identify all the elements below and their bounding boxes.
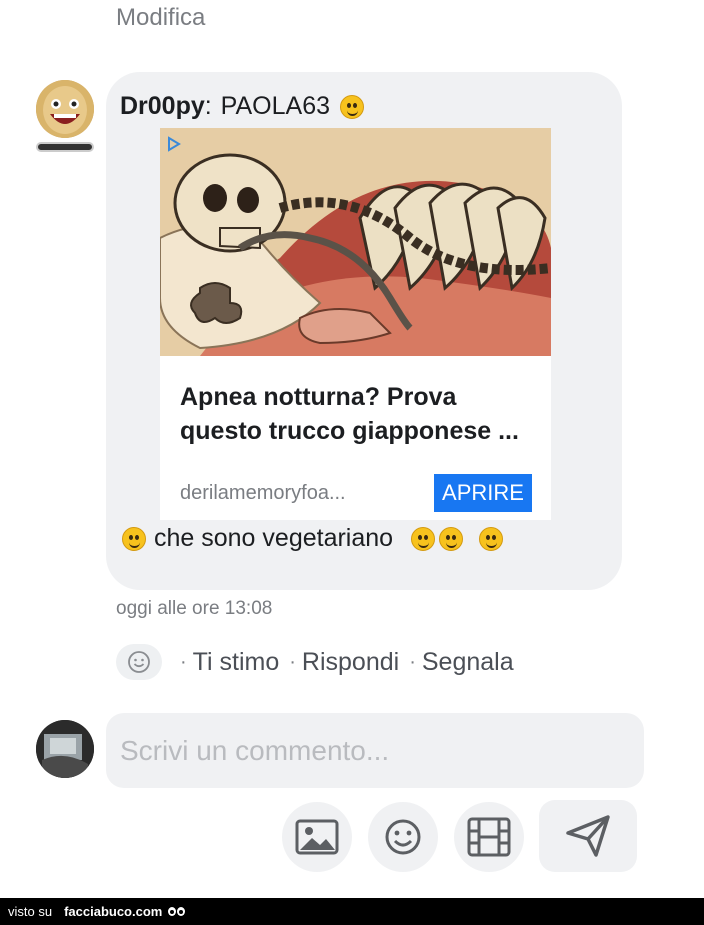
video-icon — [467, 817, 511, 857]
tongue-emoji-icon — [122, 526, 146, 551]
reply-action[interactable]: Rispondi — [302, 648, 399, 677]
name-separator: : — [204, 92, 219, 120]
eyes-icon — [168, 907, 186, 916]
watermark-brand: facciabuco.com — [64, 904, 163, 919]
watermark-bar: visto su facciabuco.com — [0, 898, 704, 925]
author-name[interactable]: Dr00py — [120, 92, 205, 121]
mention-tag[interactable]: PAOLA63 — [221, 92, 330, 121]
avatar-badge — [36, 142, 94, 152]
ad-image[interactable] — [160, 128, 551, 356]
ad-card[interactable]: Apnea notturna? Prova questo trucco giap… — [160, 128, 551, 520]
send-icon — [566, 815, 610, 857]
cool-emoji-icon — [411, 526, 436, 551]
send-button[interactable] — [539, 800, 637, 872]
ad-title[interactable]: Apnea notturna? Prova questo trucco giap… — [180, 380, 535, 448]
reaction-button[interactable] — [116, 644, 162, 680]
comment-header: Dr00py : PAOLA63 — [120, 92, 364, 121]
like-action[interactable]: Ti stimo — [193, 648, 280, 677]
author-avatar[interactable] — [36, 80, 94, 138]
add-emoji-button[interactable] — [368, 802, 438, 872]
comment-text: che sono vegetariano — [154, 524, 394, 552]
add-video-button[interactable] — [454, 802, 524, 872]
ad-choices-icon[interactable] — [166, 136, 182, 152]
add-photo-button[interactable] — [282, 802, 352, 872]
comment-body: che sono vegetariano — [122, 524, 504, 553]
comment-actions: · Ti stimo · Rispondi · Segnala — [116, 644, 514, 680]
dizzy-emoji-icon — [479, 526, 504, 551]
comment-timestamp: oggi alle ore 13:08 — [116, 598, 273, 619]
ad-domain: derilamemoryfoa... — [180, 482, 346, 504]
action-separator: · — [289, 650, 296, 673]
tongue-emoji-icon — [340, 94, 364, 119]
image-icon — [295, 819, 339, 855]
edit-link[interactable]: Modifica — [116, 4, 205, 32]
action-separator: · — [180, 650, 187, 673]
smiley-icon — [128, 651, 150, 673]
watermark-prefix: visto su — [8, 904, 53, 919]
emoji-icon — [385, 819, 421, 855]
user-avatar[interactable] — [36, 720, 94, 778]
comment-input[interactable] — [106, 713, 644, 788]
ad-open-button[interactable]: APRIRE — [434, 474, 532, 512]
action-separator: · — [409, 650, 416, 673]
cool-emoji-icon — [439, 526, 464, 551]
report-action[interactable]: Segnala — [422, 648, 514, 677]
emoji-group — [411, 526, 504, 551]
